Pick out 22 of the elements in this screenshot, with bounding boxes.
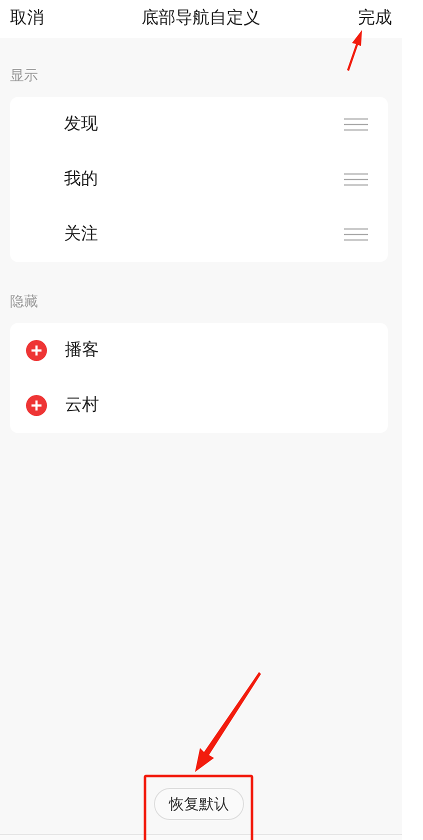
cancel-button[interactable]: 取消 xyxy=(10,6,44,32)
item-label: 播客 xyxy=(65,338,99,362)
page-title: 底部导航自定义 xyxy=(142,7,260,30)
item-label: 关注 xyxy=(64,222,98,246)
list-row[interactable]: 播客 xyxy=(10,323,388,378)
list-row[interactable]: 发现 xyxy=(10,97,388,152)
item-label: 云村 xyxy=(65,394,99,417)
drag-handle-icon[interactable] xyxy=(344,118,368,131)
item-label: 我的 xyxy=(64,168,98,191)
list-row[interactable]: 云村 xyxy=(10,378,388,433)
list-row[interactable]: 关注 xyxy=(10,207,388,262)
drag-handle-icon[interactable] xyxy=(344,173,368,186)
arrow-annotation xyxy=(347,30,362,71)
drag-handle-icon[interactable] xyxy=(344,228,368,241)
add-icon[interactable] xyxy=(26,340,47,361)
done-button[interactable]: 完成 xyxy=(358,6,392,32)
add-icon[interactable] xyxy=(26,395,47,416)
reset-button[interactable]: 恢复默认 xyxy=(154,788,244,820)
item-label: 发现 xyxy=(64,112,98,136)
section-label: 显示 xyxy=(10,67,38,86)
list-row[interactable]: 我的 xyxy=(10,152,388,207)
section-label: 隐藏 xyxy=(10,293,38,312)
